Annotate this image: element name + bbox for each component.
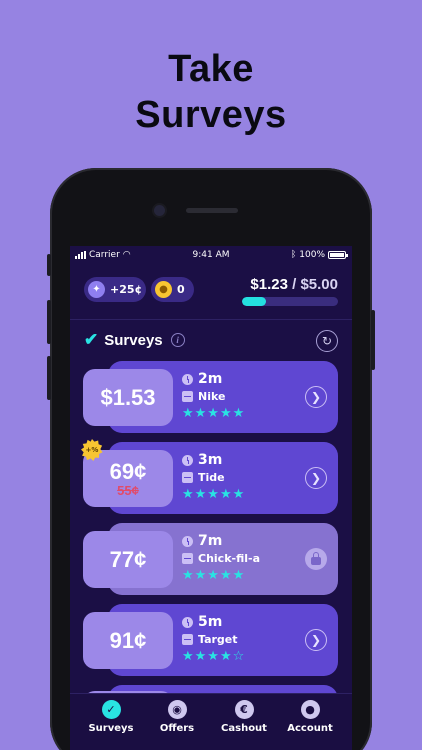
survey-brand: Target: [198, 633, 238, 646]
survey-card[interactable]: 91¢ 5m Target ★★★★☆ ❯: [70, 604, 352, 676]
user-icon: ●: [300, 700, 320, 719]
bonus-value: +25¢: [110, 283, 143, 296]
survey-rating-stars: ★★★★★: [182, 487, 246, 502]
tab-label: Cashout: [221, 723, 267, 734]
tab-label: Account: [287, 723, 333, 734]
survey-info: 7m Chick-fil-a ★★★★★: [182, 533, 260, 583]
bluetooth-icon: ᛒ: [290, 250, 297, 260]
tab-offers[interactable]: ◉ Offers: [145, 700, 209, 734]
coins-pill[interactable]: ● 0: [151, 277, 194, 302]
survey-open-button[interactable]: ❯: [305, 386, 327, 408]
survey-price: $1.53: [83, 369, 173, 426]
status-bar: Carrier ◠ 9:41 AM ᛒ 100%: [70, 246, 352, 266]
clock-icon: [182, 454, 193, 466]
front-camera: [154, 205, 165, 216]
survey-price-value: 69¢: [109, 459, 147, 484]
survey-price: 77¢: [83, 531, 173, 588]
headline-line-1: Take: [168, 48, 254, 90]
bonus-pill[interactable]: ✦ +25¢: [84, 277, 146, 302]
chevron-right-icon: ❯: [310, 390, 322, 404]
cashout-progress-fill: [242, 297, 266, 306]
header-divider: [70, 319, 352, 320]
headline: Take Surveys: [0, 46, 422, 138]
survey-info: 5m Target ★★★★☆: [182, 614, 245, 664]
balance-current: $1.23: [250, 276, 288, 293]
survey-brand: Nike: [198, 390, 226, 403]
survey-rating-stars: ★★★★★: [182, 568, 246, 583]
survey-card[interactable]: $1.53 2m Nike ★★★★★ ❯: [70, 361, 352, 433]
phone-side-button: [47, 254, 51, 276]
phone-volume-down: [47, 356, 51, 400]
brand-icon: [182, 472, 193, 483]
tab-label: Surveys: [88, 723, 134, 734]
survey-info: 2m Nike ★★★★★: [182, 371, 245, 421]
battery-icon: [328, 251, 348, 259]
survey-open-button[interactable]: ❯: [305, 467, 327, 489]
survey-duration: 5m: [198, 614, 223, 630]
refresh-icon: ↻: [321, 334, 333, 348]
survey-price: 91¢: [83, 612, 173, 669]
bonus-ticket-icon: ✦: [88, 281, 105, 298]
brand-icon: [182, 553, 193, 564]
chevron-right-icon: ❯: [310, 471, 322, 485]
tab-cashout[interactable]: € Cashout: [212, 700, 276, 734]
survey-brand: Tide: [198, 471, 225, 484]
gamepad-icon: ◉: [167, 700, 187, 719]
survey-price-value: 77¢: [109, 546, 147, 572]
surveys-section-header: ✔ Surveys i: [84, 330, 185, 350]
survey-info: 3m Tide ★★★★★: [182, 452, 245, 502]
survey-price-value: 91¢: [109, 627, 147, 653]
phone-power-button: [371, 310, 375, 370]
lock-icon: [305, 548, 327, 570]
clock-icon: [182, 373, 193, 385]
balance-display: $1.23 / $5.00: [250, 276, 338, 293]
check-icon: ✔: [84, 330, 99, 349]
euro-icon: €: [234, 700, 254, 719]
survey-duration: 3m: [198, 452, 223, 468]
app-screen: Carrier ◠ 9:41 AM ᛒ 100% ✦ +25¢ ● 0 $1.2…: [70, 246, 352, 750]
bottom-tab-bar: ✓ Surveys ◉ Offers € Cashout ● Account: [70, 693, 352, 750]
tab-label: Offers: [159, 723, 195, 734]
balance-separator: /: [287, 276, 301, 293]
coins-value: 0: [177, 283, 185, 296]
survey-brand: Chick-fil-a: [198, 552, 260, 565]
survey-card[interactable]: 69¢ 55¢ 3m Tide ★★★★★ ❯: [70, 442, 352, 514]
earpiece-speaker: [186, 208, 238, 213]
survey-open-button[interactable]: ❯: [305, 629, 327, 651]
chevron-right-icon: ❯: [310, 633, 322, 647]
brand-icon: [182, 634, 193, 645]
survey-card[interactable]: 77¢ 7m Chick-fil-a ★★★★★: [70, 523, 352, 595]
survey-price-value: $1.53: [100, 384, 156, 410]
clock-icon: [182, 535, 193, 547]
clock-icon: [182, 616, 193, 628]
check-circle-icon: ✓: [101, 700, 121, 719]
survey-duration: 2m: [198, 371, 223, 387]
tab-account[interactable]: ● Account: [278, 700, 342, 734]
phone-volume-up: [47, 300, 51, 344]
brand-icon: [182, 391, 193, 402]
survey-rating-stars: ★★★★☆: [182, 649, 246, 664]
coin-icon: ●: [155, 281, 172, 298]
cashout-progress-bar: [242, 297, 338, 306]
tab-surveys[interactable]: ✓ Surveys: [79, 700, 143, 734]
balance-goal: $5.00: [300, 276, 338, 293]
section-title: Surveys: [104, 331, 163, 349]
survey-price: 69¢ 55¢: [83, 450, 173, 507]
info-icon[interactable]: i: [170, 333, 185, 347]
survey-duration: 7m: [198, 533, 223, 549]
survey-old-price: 55¢: [117, 483, 139, 498]
headline-line-2: Surveys: [135, 94, 287, 136]
battery-percent: 100%: [299, 250, 325, 260]
survey-rating-stars: ★★★★★: [182, 406, 246, 421]
refresh-button[interactable]: ↻: [316, 330, 338, 352]
